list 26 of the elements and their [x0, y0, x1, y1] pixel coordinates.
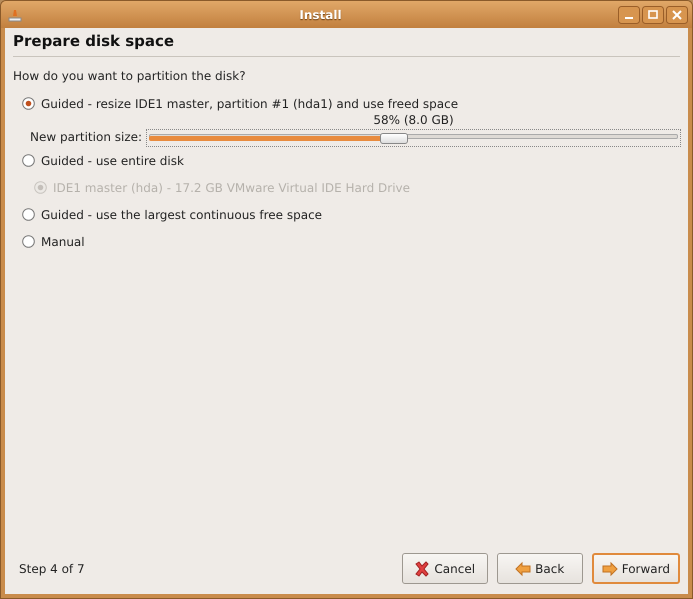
- maximize-button[interactable]: [642, 6, 664, 24]
- window-title: Install: [298, 8, 343, 22]
- option-label: Guided - use the largest continuous free space: [41, 208, 322, 222]
- step-indicator: Step 4 of 7: [19, 562, 85, 576]
- slider-handle[interactable]: [380, 133, 408, 144]
- back-button[interactable]: Back: [496, 553, 583, 584]
- page-heading: Prepare disk space: [13, 31, 176, 50]
- radio-button[interactable]: [22, 97, 35, 110]
- slider-label: New partition size:: [30, 130, 142, 146]
- minimize-button[interactable]: [618, 6, 640, 24]
- radio-button[interactable]: [22, 208, 35, 221]
- right-arrow-icon: [602, 560, 618, 576]
- radio-button[interactable]: [22, 235, 35, 248]
- radio-button[interactable]: [22, 154, 35, 167]
- cross-icon: [414, 560, 430, 576]
- left-arrow-icon: [515, 560, 532, 576]
- option-label: Guided - use entire disk: [41, 154, 184, 168]
- option-label: IDE1 master (hda) - 17.2 GB VMware Virtual IDE Hard Drive: [53, 180, 410, 194]
- slider-value: 58% (8.0 GB): [373, 113, 454, 127]
- option-label: Manual: [41, 234, 85, 248]
- size-slider[interactable]: [146, 129, 681, 147]
- cancel-button[interactable]: Cancel: [402, 553, 488, 584]
- option-label: Guided - resize IDE1 master, partition #1 (hda1) and use freed space: [41, 96, 458, 110]
- close-button[interactable]: [666, 6, 688, 24]
- question-text: How do you want to partition the disk?: [13, 69, 247, 83]
- forward-button[interactable]: Forward: [592, 553, 680, 584]
